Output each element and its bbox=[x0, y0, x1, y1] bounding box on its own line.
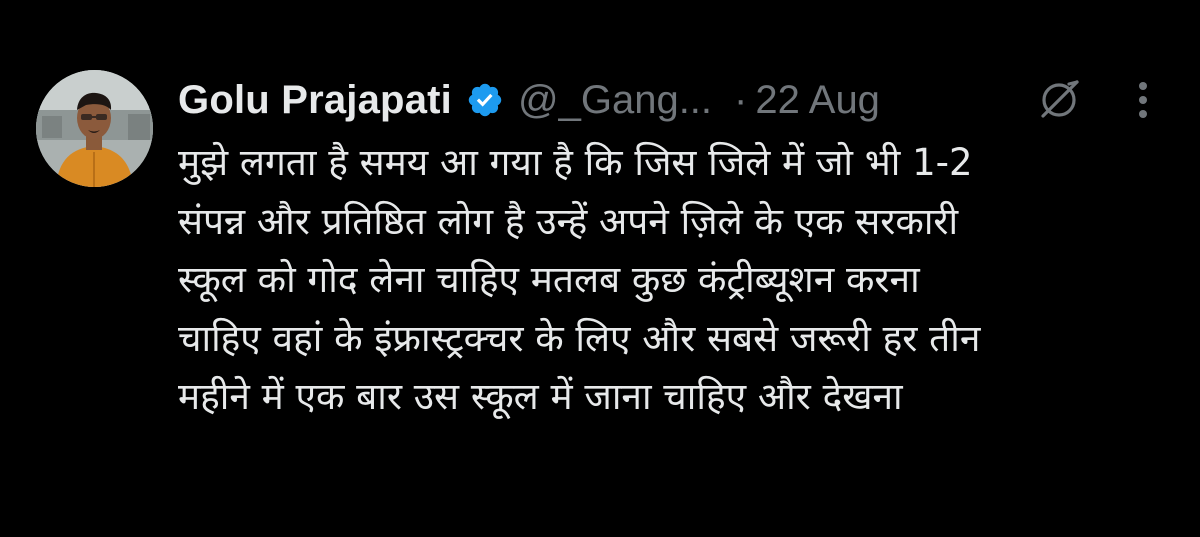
verified-badge-icon[interactable] bbox=[466, 81, 504, 119]
tweet-text-line: स्कूल को गोद लेना चाहिए मतलब कुछ कंट्रीब… bbox=[178, 258, 920, 301]
author-handle[interactable]: @_Gang... bbox=[518, 78, 712, 123]
header-separator: · bbox=[734, 77, 748, 122]
tweet-header: Golu Prajapati @_Gang... · 22 Aug bbox=[178, 72, 880, 128]
avatar[interactable] bbox=[36, 70, 153, 187]
tweet-text-line: मुझे लगता है समय आ गया है कि जिस जिले मे… bbox=[178, 141, 973, 184]
avatar-photo-icon bbox=[36, 70, 153, 187]
tweet-text-line: संपन्न और प्रतिष्ठित लोग है उन्हें अपने … bbox=[178, 199, 959, 243]
tweet-text-line: महीने में एक बार उस स्कूल में जाना चाहिए… bbox=[178, 375, 903, 418]
tweet-card[interactable]: Golu Prajapati @_Gang... · 22 Aug मुझे ल… bbox=[0, 0, 1200, 458]
tweet-text-line: चाहिए वहां के इंफ्रास्ट्रक्चर के लिए और … bbox=[178, 316, 981, 360]
tweet-text: मुझे लगता है समय आ गया है कि जिस जिले मे… bbox=[178, 134, 1178, 427]
author-display-name[interactable]: Golu Prajapati bbox=[178, 78, 452, 123]
more-options-icon[interactable] bbox=[1123, 76, 1163, 124]
grok-icon[interactable] bbox=[1035, 76, 1083, 124]
tweet-date[interactable]: 22 Aug bbox=[755, 78, 880, 123]
